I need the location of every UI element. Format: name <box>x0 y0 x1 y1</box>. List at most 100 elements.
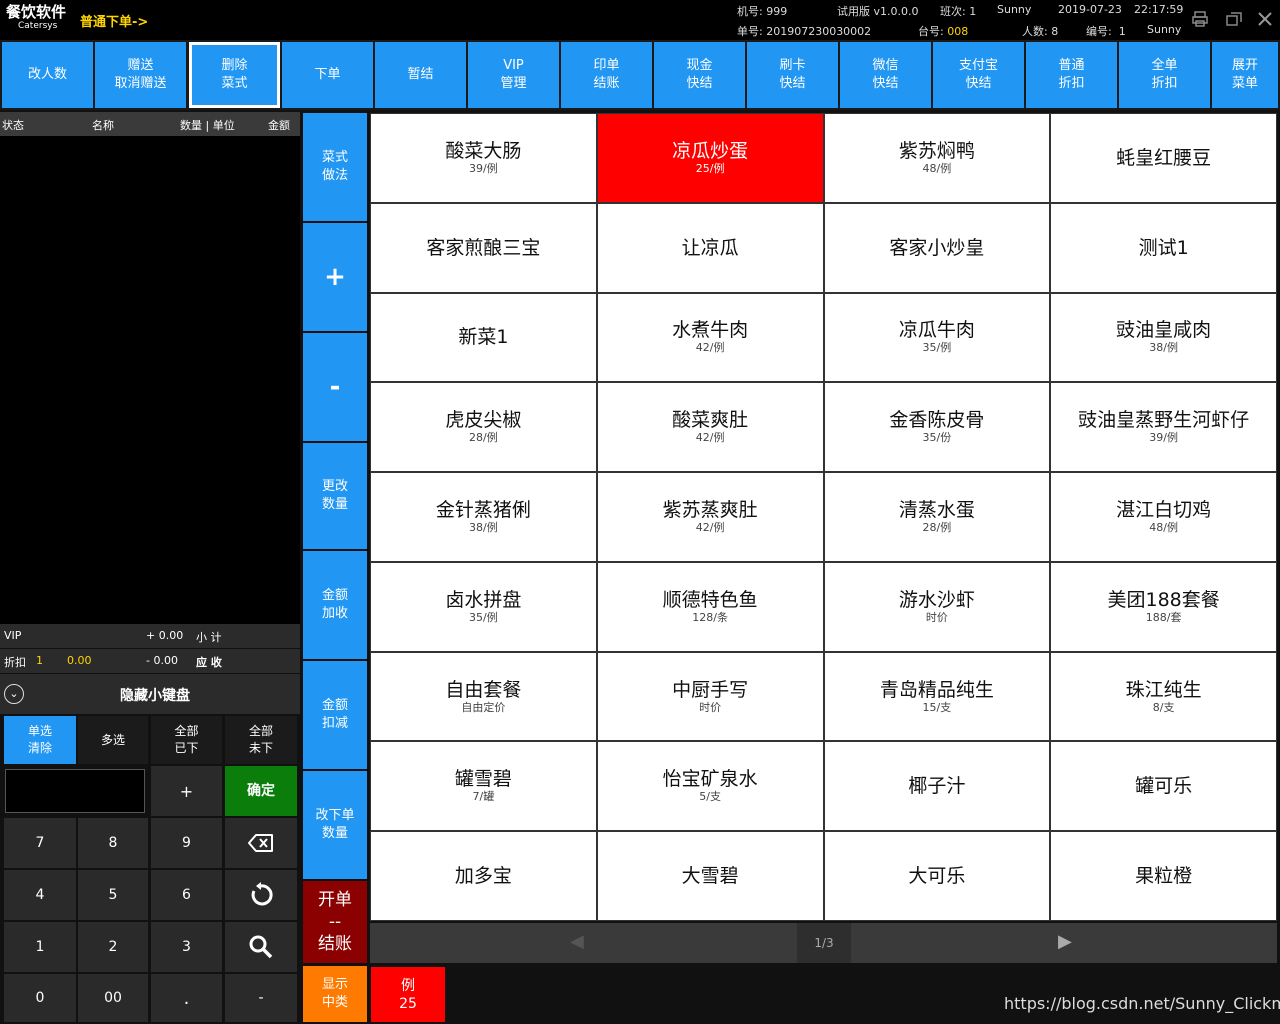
dish-card[interactable]: 豉油皇蒸野生河虾仔 39/例 <box>1051 383 1276 472</box>
alipay-quick-pay-button[interactable]: 支付宝 快结 <box>933 42 1024 108</box>
dish-card[interactable]: 凉瓜牛肉 35/例 <box>824 293 1050 382</box>
dish-card[interactable]: 中厨手写 时价 <box>597 652 823 741</box>
dish-card[interactable]: 湛江白切鸡 48/例 <box>1051 473 1276 561</box>
dish-card[interactable]: 珠江纯生 8/支 <box>1051 652 1276 741</box>
key-3[interactable]: 3 <box>151 922 222 972</box>
backspace-button[interactable] <box>225 818 297 868</box>
key-2[interactable]: 2 <box>78 922 148 972</box>
dish-card[interactable]: 游水沙虾 时价 <box>824 562 1050 651</box>
temp-settle-button[interactable]: 暂结 <box>375 42 466 108</box>
dish-card[interactable]: 紫苏蒸爽肚 42/例 <box>597 473 823 561</box>
change-quantity-button[interactable]: 更改 数量 <box>303 443 367 549</box>
close-icon[interactable] <box>1256 10 1274 28</box>
dish-card[interactable]: 果粒橙 <box>1051 832 1276 920</box>
key-4[interactable]: 4 <box>4 870 76 920</box>
dish-card[interactable]: 紫苏焖鸭 48/例 <box>824 114 1050 202</box>
amount-deduct-button[interactable]: 金额 扣减 <box>303 661 367 769</box>
full-order-discount-button[interactable]: 全单 折扣 <box>1119 42 1210 108</box>
wechat-quick-pay-button[interactable]: 微信 快结 <box>840 42 931 108</box>
dish-price: 28/例 <box>922 520 952 534</box>
all-pending-button[interactable]: 全部 未下 <box>225 716 297 764</box>
print-checkout-button[interactable]: 印单 结账 <box>561 42 652 108</box>
decrease-button[interactable]: - <box>303 333 367 441</box>
key-dot[interactable]: . <box>151 974 222 1022</box>
key-1[interactable]: 1 <box>4 922 76 972</box>
dish-card[interactable]: 金针蒸猪俐 38/例 <box>371 473 596 561</box>
card-quick-pay-button[interactable]: 刷卡 快结 <box>747 42 838 108</box>
key-5[interactable]: 5 <box>78 870 148 920</box>
dish-name: 大可乐 <box>908 865 966 888</box>
dish-card[interactable]: 酸菜爽肚 42/例 <box>597 383 823 472</box>
dish-card[interactable]: 怡宝矿泉水 5/支 <box>597 742 823 831</box>
dish-card[interactable]: 豉油皇咸肉 38/例 <box>1051 293 1276 382</box>
key-minus[interactable]: - <box>225 974 297 1022</box>
keypad-input[interactable] <box>5 769 145 813</box>
dish-card[interactable]: 新菜1 <box>371 293 596 382</box>
multi-select-button[interactable]: 多选 <box>78 716 148 764</box>
keyboard-toggle[interactable]: ⌄ 隐藏小键盘 <box>0 674 300 714</box>
key-9[interactable]: 9 <box>151 818 222 868</box>
key-0[interactable]: 0 <box>4 974 76 1022</box>
table-label: 台号: <box>918 25 944 38</box>
chevron-left-icon[interactable]: ◀ <box>570 931 584 952</box>
search-button[interactable] <box>225 922 297 972</box>
expand-menu-button[interactable]: 展开 菜单 <box>1212 42 1278 108</box>
gift-button[interactable]: 赠送 取消赠送 <box>95 42 186 108</box>
show-subcategory-button[interactable]: 显示 中类 <box>303 966 367 1022</box>
dish-card[interactable]: 客家煎酿三宝 <box>371 203 596 292</box>
key-8[interactable]: 8 <box>78 818 148 868</box>
confirm-button[interactable]: 确定 <box>225 766 297 816</box>
dish-card[interactable]: 清蒸水蛋 28/例 <box>824 473 1050 561</box>
dish-card[interactable]: 美团188套餐 188/套 <box>1051 562 1276 651</box>
dish-card[interactable]: 凉瓜炒蛋 25/例 <box>597 114 823 202</box>
dish-card[interactable]: 大可乐 <box>824 832 1050 920</box>
watermark-text: https://blog.csdn.net/Sunny_Clickman <box>1004 994 1280 1013</box>
key-7[interactable]: 7 <box>4 818 76 868</box>
order-item-list[interactable] <box>0 136 300 624</box>
dish-card[interactable]: 水煮牛肉 42/例 <box>597 293 823 382</box>
unit-price-chip[interactable]: 例 25 <box>371 967 445 1022</box>
amount-surcharge-button[interactable]: 金额 加收 <box>303 551 367 659</box>
cash-quick-pay-button[interactable]: 现金 快结 <box>654 42 745 108</box>
dish-card[interactable]: 顺德特色鱼 128/条 <box>597 562 823 651</box>
key-00[interactable]: 00 <box>78 974 148 1022</box>
delete-dish-button[interactable]: 删除 菜式 <box>189 42 280 108</box>
key-6[interactable]: 6 <box>151 870 222 920</box>
dish-card[interactable]: 测试1 <box>1051 203 1276 292</box>
dish-card[interactable]: 罐可乐 <box>1051 742 1276 831</box>
open-checkout-button[interactable]: 开单 -- 结账 <box>303 881 367 963</box>
single-select-clear-button[interactable]: 单选 清除 <box>4 716 76 764</box>
dish-card[interactable]: 酸菜大肠 39/例 <box>371 114 596 202</box>
dish-price: 48/例 <box>1149 520 1178 534</box>
increase-button[interactable]: + <box>303 223 367 331</box>
refresh-icon <box>251 882 273 906</box>
change-people-button[interactable]: 改人数 <box>2 42 93 108</box>
dish-card[interactable]: 加多宝 <box>371 832 596 920</box>
dish-card[interactable]: 蚝皇红腰豆 <box>1051 114 1276 202</box>
place-order-button[interactable]: 下单 <box>282 42 373 108</box>
dish-card[interactable]: 客家小炒皇 <box>824 203 1050 292</box>
dish-card[interactable]: 卤水拼盘 35/例 <box>371 562 596 651</box>
all-ordered-button[interactable]: 全部 已下 <box>151 716 222 764</box>
page-indicator: 1/3 <box>797 923 851 963</box>
dish-card[interactable]: 罐雪碧 7/罐 <box>371 742 596 831</box>
dish-card[interactable]: 大雪碧 <box>597 832 823 920</box>
dish-grid: 酸菜大肠 39/例 凉瓜炒蛋 25/例 紫苏焖鸭 48/例 蚝皇红腰豆客家煎酿三宝 让凉瓜 客家… <box>370 113 1277 921</box>
dish-price: 48/例 <box>922 161 952 175</box>
keypad-plus-button[interactable]: + <box>151 766 222 816</box>
dish-price: 28/例 <box>469 431 498 445</box>
dish-card[interactable]: 自由套餐 自由定价 <box>371 652 596 741</box>
restore-window-icon[interactable] <box>1225 10 1243 28</box>
change-order-quantity-button[interactable]: 改下单 数量 <box>303 771 367 879</box>
refresh-button[interactable] <box>225 870 297 920</box>
dish-card[interactable]: 让凉瓜 <box>597 203 823 292</box>
dish-method-button[interactable]: 菜式 做法 <box>303 113 367 221</box>
dish-card[interactable]: 椰子汁 <box>824 742 1050 831</box>
normal-discount-button[interactable]: 普通 折扣 <box>1026 42 1117 108</box>
chevron-right-icon[interactable]: ▶ <box>1058 931 1072 952</box>
dish-card[interactable]: 虎皮尖椒 28/例 <box>371 383 596 472</box>
dish-card[interactable]: 金香陈皮骨 35/份 <box>824 383 1050 472</box>
dish-card[interactable]: 青岛精品纯生 15/支 <box>824 652 1050 741</box>
vip-manage-button[interactable]: VIP 管理 <box>468 42 559 108</box>
printer-icon[interactable] <box>1191 10 1209 28</box>
